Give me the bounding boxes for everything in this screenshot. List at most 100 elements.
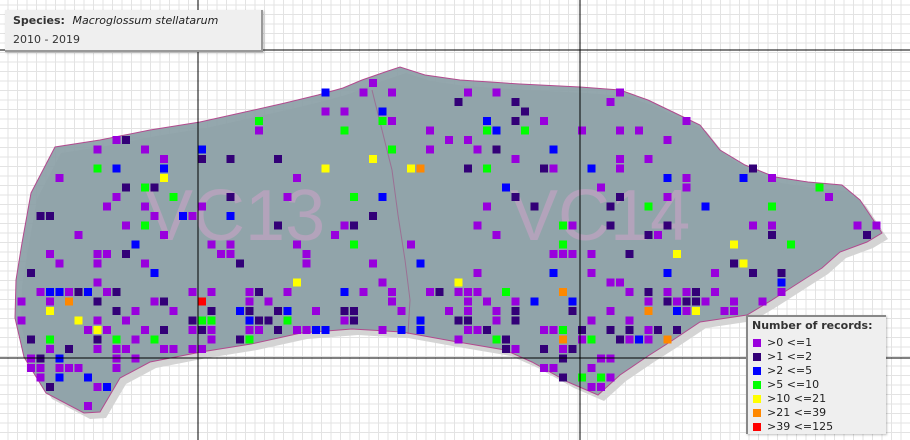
record-square — [293, 326, 301, 334]
record-square — [198, 326, 206, 334]
record-square — [616, 88, 624, 97]
record-square — [369, 212, 377, 220]
record-square — [245, 326, 254, 334]
record-square — [131, 240, 140, 249]
record-square — [616, 193, 624, 201]
record-square — [207, 316, 216, 325]
record-square — [492, 335, 501, 344]
record-square — [464, 326, 472, 334]
legend-swatch — [753, 353, 761, 361]
record-square — [502, 345, 510, 353]
record-square — [321, 88, 330, 97]
record-square — [749, 221, 757, 230]
legend-label: >1 <=2 — [767, 350, 813, 363]
record-square — [758, 297, 767, 306]
record-square — [616, 335, 624, 344]
record-square — [226, 250, 235, 258]
record-square — [511, 345, 520, 353]
record-square — [521, 107, 529, 116]
record-square — [616, 155, 624, 163]
record-square — [274, 326, 282, 334]
record-square — [540, 117, 548, 125]
record-square — [549, 250, 558, 258]
record-square — [644, 288, 653, 296]
record-square — [587, 250, 596, 258]
record-square — [540, 364, 548, 372]
record-square — [122, 183, 130, 192]
record-square — [36, 212, 45, 220]
record-square — [511, 193, 520, 201]
legend-swatch — [753, 367, 761, 375]
record-square — [749, 164, 757, 173]
record-square — [739, 259, 748, 268]
record-square — [768, 174, 776, 182]
record-square — [312, 307, 320, 315]
record-square — [36, 373, 45, 382]
record-square — [768, 221, 776, 230]
record-square — [245, 316, 254, 325]
record-square — [207, 307, 216, 315]
record-square — [369, 79, 377, 87]
record-square — [464, 164, 472, 173]
record-square — [530, 202, 539, 211]
record-square — [369, 259, 377, 268]
record-square — [663, 136, 672, 144]
record-square — [93, 250, 102, 258]
record-square — [654, 231, 662, 239]
record-square — [188, 288, 197, 296]
record-square — [226, 155, 235, 163]
record-square — [625, 335, 634, 344]
record-square — [46, 297, 54, 306]
record-square — [559, 345, 567, 353]
record-square — [502, 288, 510, 296]
record-square — [245, 288, 254, 296]
record-square — [378, 326, 387, 334]
record-square — [84, 373, 92, 382]
record-square — [568, 297, 577, 306]
record-square — [350, 240, 358, 249]
record-square — [160, 231, 168, 239]
record-square — [426, 126, 434, 135]
record-square — [606, 307, 615, 315]
record-square — [559, 240, 567, 249]
record-square — [321, 107, 330, 116]
record-square — [483, 126, 491, 135]
legend-item: >21 <=39 — [753, 406, 833, 420]
record-square — [150, 269, 159, 277]
record-square — [112, 335, 121, 344]
record-square — [74, 316, 83, 325]
record-square — [160, 164, 168, 173]
record-square — [55, 259, 64, 268]
record-square — [730, 297, 738, 306]
record-square — [141, 145, 149, 154]
record-square — [549, 364, 558, 372]
record-square — [540, 164, 548, 173]
record-square — [103, 202, 111, 211]
record-square — [711, 269, 719, 277]
record-square — [654, 326, 662, 334]
record-square — [663, 193, 672, 201]
record-square — [777, 278, 786, 287]
record-square — [122, 316, 130, 325]
record-square — [397, 326, 406, 334]
record-square — [359, 88, 368, 97]
record-square — [198, 345, 206, 353]
record-square — [663, 269, 672, 277]
record-square — [55, 288, 64, 296]
record-square — [65, 364, 73, 372]
record-square — [492, 145, 501, 154]
record-square — [321, 164, 330, 173]
record-square — [36, 364, 45, 372]
record-square — [255, 126, 263, 135]
record-square — [635, 335, 643, 344]
record-square — [141, 183, 149, 192]
record-square — [597, 383, 605, 391]
record-square — [606, 373, 615, 382]
legend-label: >10 <=21 — [767, 392, 827, 405]
record-square — [511, 98, 520, 106]
record-square — [483, 326, 491, 334]
record-square — [340, 107, 349, 116]
record-square — [435, 288, 444, 296]
record-square — [673, 297, 681, 306]
record-square — [255, 288, 263, 296]
